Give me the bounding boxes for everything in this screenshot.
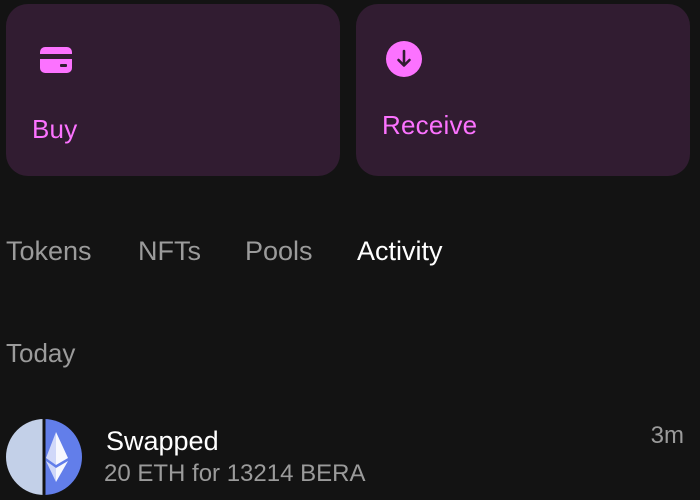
receive-label: Receive xyxy=(382,110,478,140)
tab-pools[interactable]: Pools xyxy=(245,236,313,267)
arrow-down-circle-icon xyxy=(386,40,426,80)
receive-button[interactable]: Receive xyxy=(356,4,690,176)
activity-title: Swapped xyxy=(106,426,219,456)
activity-subtitle: 20 ETH for 13214 BERA xyxy=(104,460,366,487)
credit-card-icon xyxy=(36,40,76,80)
tab-tokens[interactable]: Tokens xyxy=(6,236,92,267)
wallet-screen: Buy Receive Tokens NFTs Pools Activity T… xyxy=(0,0,700,500)
section-header-today: Today xyxy=(6,338,76,368)
tab-nfts[interactable]: NFTs xyxy=(138,236,201,267)
activity-timestamp: 3m xyxy=(650,422,684,449)
buy-label: Buy xyxy=(32,114,78,144)
eth-bera-pair-icon xyxy=(5,418,83,496)
tab-activity[interactable]: Activity xyxy=(357,236,443,267)
activity-item[interactable]: Swapped 20 ETH for 13214 BERA 3m xyxy=(0,410,700,500)
buy-button[interactable]: Buy xyxy=(6,4,340,176)
